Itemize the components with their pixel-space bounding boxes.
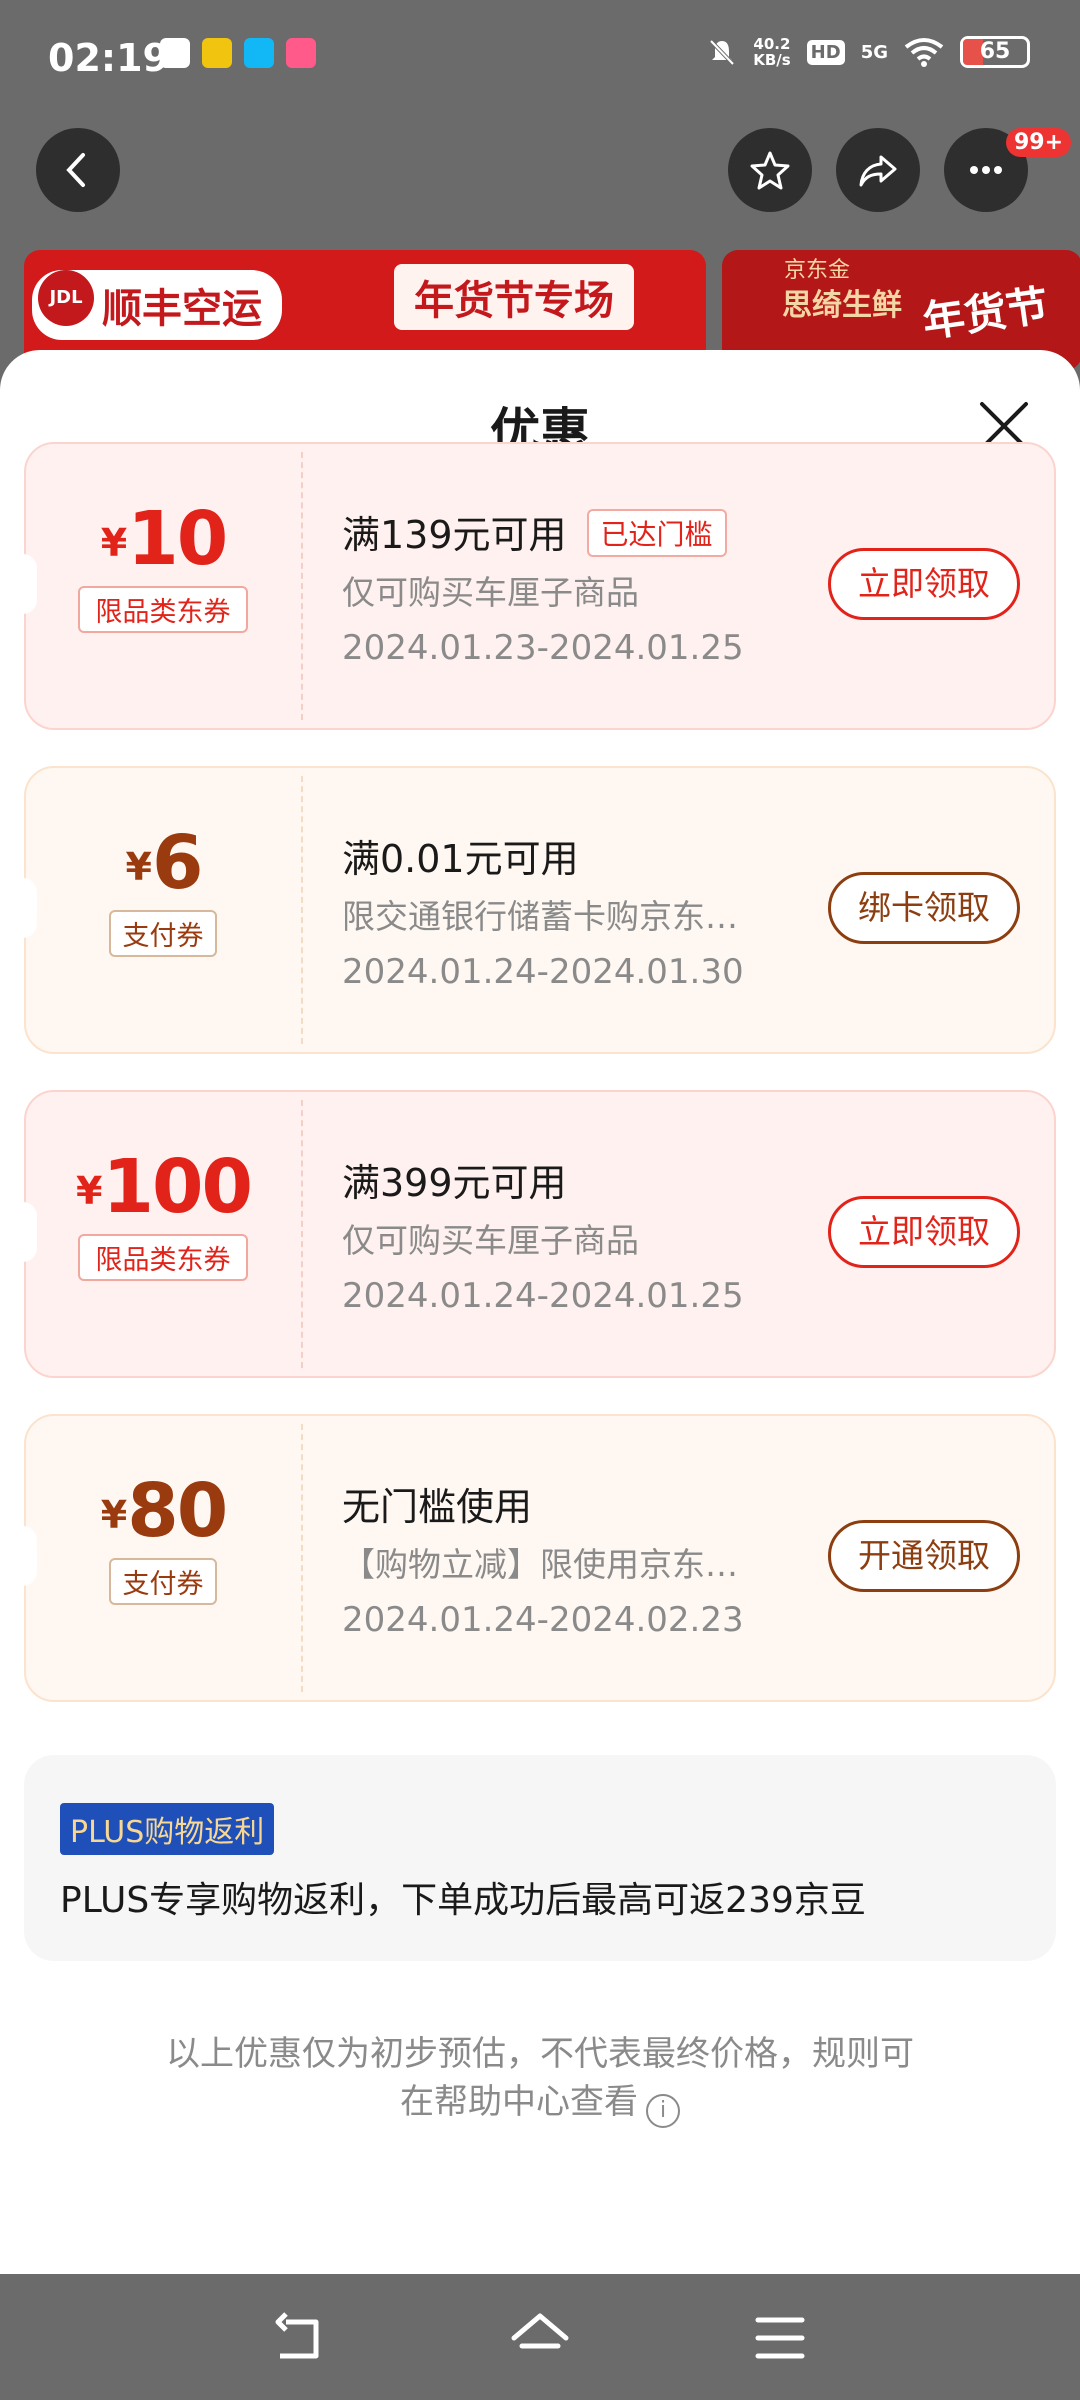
coupon-value: 80 [127, 1468, 228, 1554]
coupon-type-tag: 限品类东券 [78, 1234, 248, 1281]
coupon-desc: 仅可购买车厘子商品 [342, 1221, 639, 1260]
message-badge: 99+ [1006, 128, 1072, 157]
app-icon [202, 38, 232, 68]
coupon-date: 2024.01.23-2024.01.25 [342, 628, 744, 668]
share-icon [859, 155, 897, 187]
discount-sheet: 优惠 ¥10 限品类东券 满139元可用 已达门槛 仅可购买车厘子商品 2024.… [0, 350, 1080, 2274]
coupon-date: 2024.01.24-2024.01.25 [342, 1276, 744, 1316]
coupon-date: 2024.01.24-2024.02.23 [342, 1600, 744, 1640]
net-speed: 40.2 KB/s [753, 36, 790, 68]
coupon-card: ¥6 支付券 满0.01元可用 限交通银行储蓄卡购京东… 2024.01.24-… [23, 766, 1056, 1054]
coupon-desc: 限交通银行储蓄卡购京东… [342, 897, 738, 936]
system-icons: 40.2 KB/s HD 5G 65 [707, 36, 1030, 68]
banner-title: 年货节专场 [394, 264, 634, 330]
mute-bell-icon [709, 39, 735, 66]
coupon-card: ¥80 支付券 无门槛使用 【购物立减】限使用京东… 2024.01.24-20… [23, 1414, 1056, 1702]
share-button[interactable] [836, 128, 920, 212]
net-speed-value: 40.2 [753, 35, 791, 53]
back-button[interactable] [36, 128, 120, 212]
system-nav-bar [0, 2274, 1080, 2400]
home-icon[interactable] [510, 2310, 570, 2366]
coupon-title: 无门槛使用 [342, 1485, 533, 1529]
plus-rebate-card: PLUS购物返利 PLUS专享购物返利，下单成功后最高可返239京豆 [24, 1755, 1056, 1961]
banner2-line2: 思绮生鲜 [782, 288, 902, 323]
coupon-type-tag: 支付券 [109, 1558, 217, 1605]
coupon-type-tag: 支付券 [109, 910, 217, 957]
coupon-amount: ¥6 [26, 820, 301, 906]
notification-icons [160, 38, 316, 68]
coupon-amount: ¥80 [26, 1468, 301, 1554]
coupon-title: 满139元可用 已达门槛 [342, 504, 727, 559]
currency-symbol: ¥ [125, 845, 152, 889]
coupon-desc: 【购物立减】限使用京东… [342, 1545, 738, 1584]
menu-icon[interactable] [750, 2310, 810, 2366]
claim-button[interactable]: 立即领取 [828, 1196, 1020, 1268]
plus-tag: PLUS购物返利 [60, 1803, 275, 1855]
currency-symbol: ¥ [100, 1493, 128, 1537]
chevron-left-icon [66, 153, 85, 187]
note-line2-wrap: 在帮助中心查看 i [0, 2078, 1080, 2128]
coupon-desc: 仅可购买车厘子商品 [342, 573, 639, 612]
coupon-divider [301, 1424, 303, 1692]
coupon-title-text: 满139元可用 [342, 513, 567, 557]
favorite-button[interactable] [728, 128, 812, 212]
coupon-value: 6 [151, 820, 203, 906]
coupon-card: ¥100 限品类东券 满399元可用 仅可购买车厘子商品 2024.01.24-… [23, 1090, 1056, 1378]
plus-text: PLUS专享购物返利，下单成功后最高可返239京豆 [60, 1880, 866, 1921]
coupon-divider [301, 452, 303, 720]
signal-5g: 5G [860, 41, 888, 63]
coupon-divider [301, 1100, 303, 1368]
battery-level: 65 [979, 39, 1011, 64]
star-icon [750, 151, 790, 190]
note-line2: 在帮助中心查看 [400, 2082, 638, 2122]
activate-claim-button[interactable]: 开通领取 [828, 1520, 1020, 1592]
bind-card-button[interactable]: 绑卡领取 [828, 872, 1020, 944]
coupon-title: 满399元可用 [342, 1161, 567, 1205]
info-icon[interactable]: i [646, 2094, 680, 2128]
clock: 02:19 [48, 36, 169, 80]
note-line1: 以上优惠仅为初步预估，不代表最终价格，规则可 [166, 2034, 914, 2074]
coupon-value: 100 [102, 1144, 252, 1230]
threshold-reached-badge: 已达门槛 [586, 509, 727, 557]
net-speed-unit: KB/s [753, 51, 791, 69]
disclaimer-note: 以上优惠仅为初步预估，不代表最终价格，规则可 在帮助中心查看 i [0, 2030, 1080, 2128]
coupon-divider [301, 776, 303, 1044]
more-dots-icon [970, 166, 1002, 174]
coupon-value: 10 [127, 496, 228, 582]
coupon-card: ¥10 限品类东券 满139元可用 已达门槛 仅可购买车厘子商品 2024.01.… [23, 442, 1056, 730]
currency-symbol: ¥ [76, 1169, 103, 1213]
coupon-title: 满0.01元可用 [342, 837, 579, 881]
wifi-icon [904, 38, 944, 67]
coupon-amount: ¥10 [26, 496, 301, 582]
coupon-date: 2024.01.24-2024.01.30 [342, 952, 744, 992]
coupon-amount: ¥100 [26, 1144, 301, 1230]
qq-icon [244, 38, 274, 68]
claim-button[interactable]: 立即领取 [828, 548, 1020, 620]
back-nav-icon[interactable] [270, 2310, 330, 2366]
banner2-title: 年货节 [919, 280, 1052, 347]
currency-symbol: ¥ [100, 521, 128, 565]
hd-icon: HD [806, 39, 845, 65]
status-bar: 02:19 40.2 KB/s HD 5G 65 [0, 0, 1080, 120]
battery-icon: 65 [960, 36, 1030, 68]
gift-icon [160, 38, 190, 68]
coupon-type-tag: 限品类东券 [78, 586, 248, 633]
app-icon [286, 38, 316, 68]
jdl-logo: JDL [38, 270, 94, 326]
